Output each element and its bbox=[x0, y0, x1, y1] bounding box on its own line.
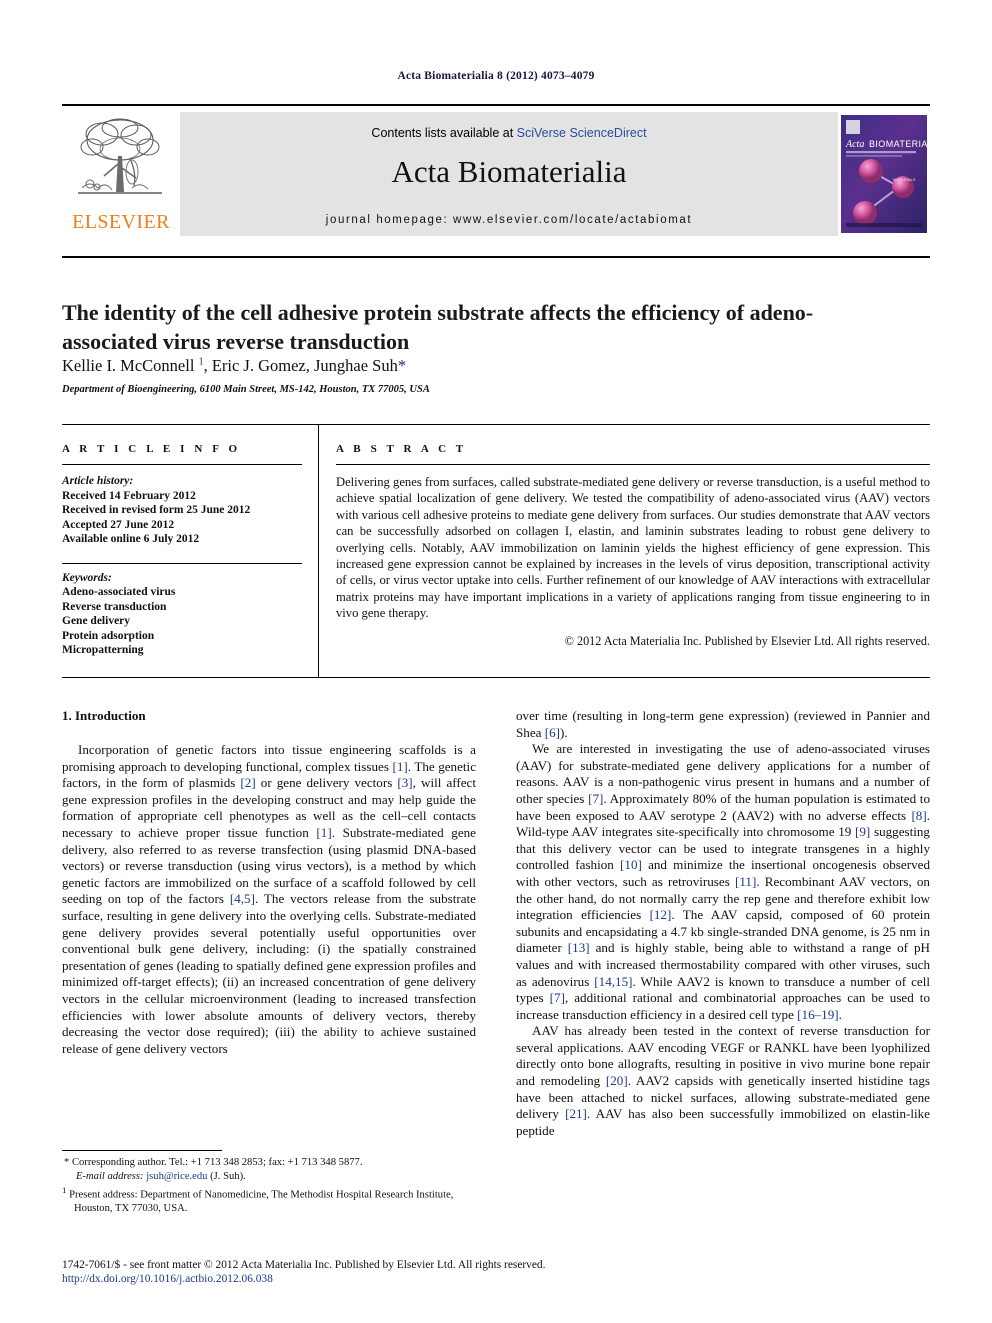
abstract-band-bottom-rule bbox=[62, 677, 930, 678]
article-history-block: Article history: Received 14 February 20… bbox=[62, 474, 302, 547]
history-item: Received 14 February 2012 bbox=[62, 489, 196, 502]
page-footer: 1742-7061/$ - see front matter © 2012 Ac… bbox=[62, 1258, 930, 1286]
svg-text:MATERIALS: MATERIALS bbox=[893, 177, 916, 182]
email-note: E-mail address: jsuh@rice.edu (J. Suh). bbox=[62, 1170, 476, 1183]
keywords-rule bbox=[62, 562, 302, 564]
abstract-column: A B S T R A C T Delivering genes from su… bbox=[336, 443, 930, 649]
article-info-rule bbox=[62, 464, 302, 465]
keyword-item: Protein adsorption bbox=[62, 629, 155, 642]
history-item: Received in revised form 25 June 2012 bbox=[62, 504, 251, 516]
body-column-right: over time (resulting in long-term gene e… bbox=[516, 708, 930, 1139]
running-head: Acta Biomaterialia 8 (2012) 4073–4079 bbox=[397, 70, 595, 82]
footnotes: * Corresponding author. Tel.: +1 713 348… bbox=[62, 1156, 476, 1216]
elsevier-logo: ELSEVIER bbox=[62, 112, 180, 236]
email-link[interactable]: jsuh@rice.edu bbox=[146, 1171, 207, 1182]
contents-lists-line: Contents lists available at SciVerse Sci… bbox=[180, 126, 838, 140]
article-info-heading: A R T I C L E I N F O bbox=[62, 443, 241, 455]
masthead-center: Contents lists available at SciVerse Sci… bbox=[180, 112, 838, 236]
keywords-block: Keywords: Adeno-associated virus Reverse… bbox=[62, 571, 302, 658]
body-column-left: 1. Introduction Incorporation of genetic… bbox=[62, 708, 476, 1057]
keywords-label: Keywords: bbox=[62, 571, 112, 584]
keyword-item: Adeno-associated virus bbox=[62, 586, 176, 598]
present-address-marker: 1 bbox=[62, 1185, 67, 1196]
paper-page: Acta Biomaterialia 8 (2012) 4073–4079 EL… bbox=[0, 0, 992, 1323]
page-title: The identity of the cell adhesive protei… bbox=[62, 299, 814, 354]
history-item: Accepted 27 June 2012 bbox=[62, 518, 175, 531]
svg-text:Acta: Acta bbox=[845, 139, 864, 150]
body-paragraph: AAV has already been tested in the conte… bbox=[516, 1023, 930, 1138]
present-address-note: 1 Present address: Department of Nanomed… bbox=[62, 1184, 476, 1215]
email-suffix: (J. Suh). bbox=[210, 1171, 246, 1183]
history-item: Available online 6 July 2012 bbox=[62, 533, 200, 545]
elsevier-tree-icon bbox=[78, 118, 162, 194]
cover-art-icon: Acta BIOMATERIALIA MATERIALS bbox=[841, 115, 927, 233]
affiliation: Department of Bioengineering, 6100 Main … bbox=[62, 384, 430, 395]
journal-cover-thumbnail: Acta BIOMATERIALIA MATERIALS bbox=[838, 112, 930, 236]
article-history-label: Article history: bbox=[62, 475, 134, 487]
journal-title: Acta Biomaterialia bbox=[391, 154, 627, 189]
elsevier-wordmark: ELSEVIER bbox=[72, 211, 170, 233]
body-paragraph: Incorporation of genetic factors into ti… bbox=[62, 742, 477, 1056]
body-paragraph: We are interested in investigating the u… bbox=[516, 741, 931, 1022]
keyword-item: Micropatterning bbox=[62, 644, 144, 656]
abstract-band-top-rule bbox=[62, 424, 930, 425]
abstract-text: Delivering genes from surfaces, called s… bbox=[336, 475, 930, 621]
title-divider bbox=[62, 256, 930, 258]
article-info-column: A R T I C L E I N F O Article history: R… bbox=[62, 443, 302, 658]
journal-homepage-link[interactable]: journal homepage: www.elsevier.com/locat… bbox=[180, 214, 838, 226]
doi-link[interactable]: http://dx.doi.org/10.1016/j.actbio.2012.… bbox=[62, 1272, 930, 1286]
svg-text:BIOMATERIALIA: BIOMATERIALIA bbox=[869, 139, 927, 149]
abstract-heading: A B S T R A C T bbox=[336, 443, 467, 455]
keyword-item: Gene delivery bbox=[62, 615, 131, 627]
email-label: E-mail address: bbox=[76, 1171, 144, 1183]
abstract-rule bbox=[336, 464, 930, 465]
section-heading-introduction: 1. Introduction bbox=[62, 708, 146, 723]
keyword-item: Reverse transduction bbox=[62, 600, 167, 613]
corresponding-author-note: * Corresponding author. Tel.: +1 713 348… bbox=[64, 1157, 363, 1168]
present-address-text: Present address: Department of Nanomedic… bbox=[69, 1189, 454, 1215]
author-list: Kellie I. McConnell 1, Eric J. Gomez, Ju… bbox=[62, 356, 407, 375]
body-paragraph: over time (resulting in long-term gene e… bbox=[516, 708, 930, 740]
contents-prefix: Contents lists available at bbox=[371, 126, 517, 140]
abstract-copyright: © 2012 Acta Materialia Inc. Published by… bbox=[564, 633, 930, 648]
journal-masthead: ELSEVIER Contents lists available at Sci… bbox=[62, 104, 930, 236]
footnote-rule bbox=[62, 1150, 222, 1151]
sciencedirect-link[interactable]: SciVerse ScienceDirect bbox=[517, 126, 647, 140]
issn-copyright-line: 1742-7061/$ - see front matter © 2012 Ac… bbox=[62, 1259, 546, 1271]
abstract-band-divider bbox=[318, 424, 319, 677]
